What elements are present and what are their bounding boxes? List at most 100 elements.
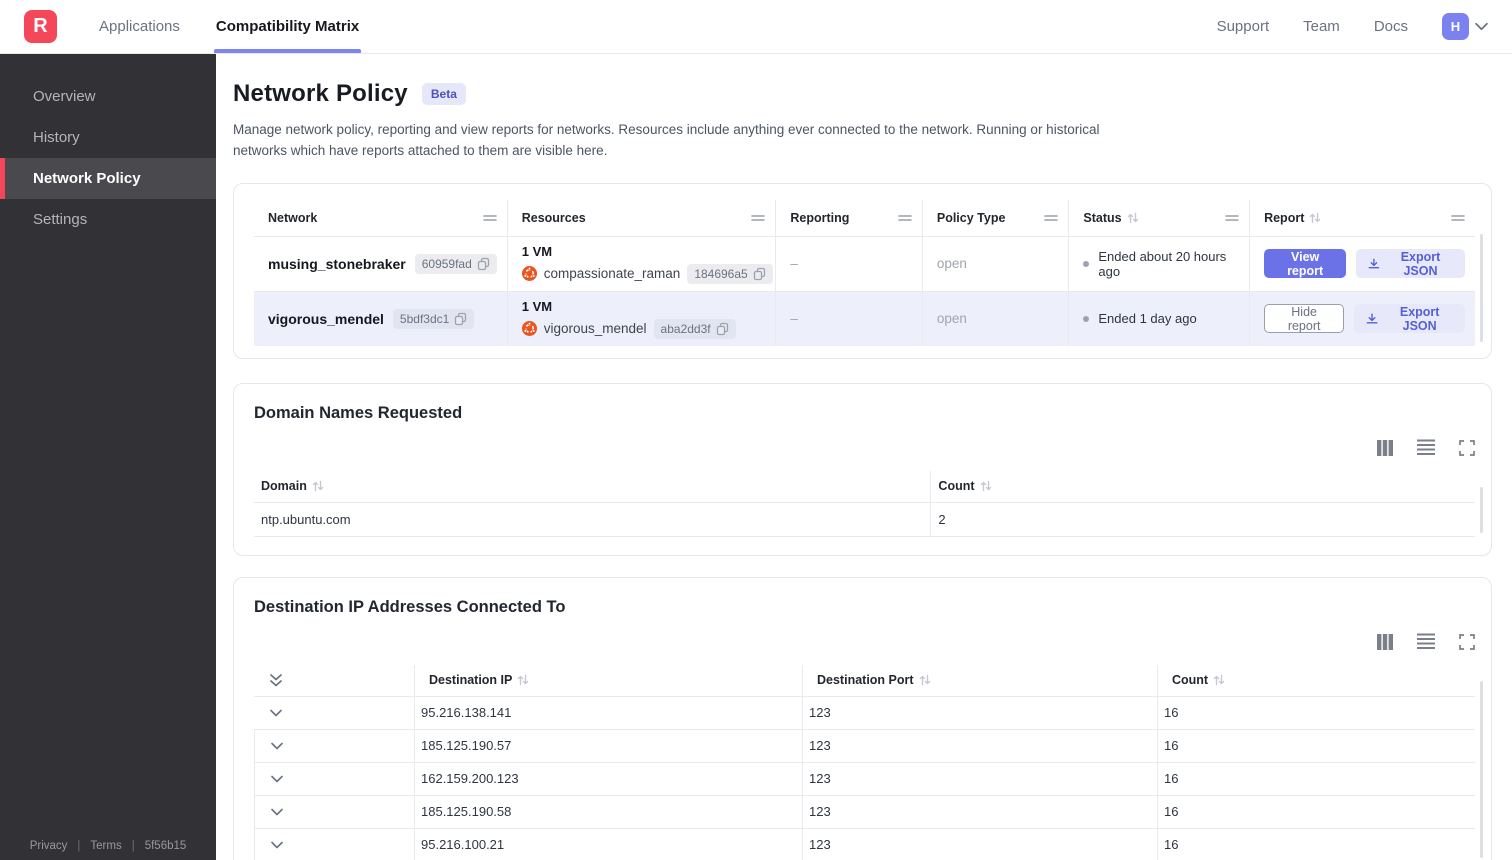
sort-icon[interactable] [1127,212,1139,224]
card-title: Domain Names Requested [254,403,463,422]
user-menu[interactable]: H [1442,13,1488,40]
scrollbar[interactable] [1480,486,1483,533]
column-resize-handle[interactable] [1044,212,1059,224]
chevron-down-icon[interactable] [270,709,282,717]
count-cell: 16 [1157,795,1475,829]
domain-names-card: Domain Names Requested Domain Count ntp.… [233,382,1492,556]
resources-cell: 1 VM vigorous_mendel aba2dd3f [506,290,776,346]
column-resize-handle[interactable] [898,212,912,224]
col-header-report[interactable]: Report [1249,199,1475,236]
ubuntu-icon [521,321,537,337]
column-resize-handle[interactable] [1225,212,1239,224]
tab-compatibility-matrix[interactable]: Compatibility Matrix [213,0,362,53]
beta-badge: Beta [421,83,466,105]
row-density-icon[interactable] [1417,633,1435,651]
col-header-policy-type[interactable]: Policy Type [921,199,1069,236]
row-expander[interactable] [254,762,414,796]
row-expander[interactable] [254,729,414,763]
link-team[interactable]: Team [1303,18,1340,35]
domain-cell: ntp.ubuntu.com [254,503,931,537]
ip-cell: 185.125.190.57 [414,729,802,763]
row-expander[interactable] [254,828,414,860]
network-hash-copy[interactable]: 60959fad [414,253,497,274]
ip-cell: 95.216.100.21 [414,828,802,860]
privacy-link[interactable]: Privacy [30,840,68,852]
count-cell: 2 [930,502,1475,537]
sidebar-footer: Privacy | Terms | 5f56b15 [29,840,187,852]
copy-icon[interactable] [753,267,766,281]
resource-hash-copy[interactable]: aba2dd3f [653,318,736,339]
sidebar-item-overview[interactable]: Overview [0,76,216,117]
row-expander[interactable] [254,795,414,829]
sort-icon[interactable] [312,480,324,492]
network-cell: musing_stonebraker 60959fad [254,235,507,291]
col-header-count[interactable]: Count [1157,664,1475,697]
sort-icon[interactable] [1309,212,1321,224]
column-resize-handle[interactable] [751,212,766,224]
status-dot [1083,260,1090,267]
count-cell: 16 [1157,696,1475,730]
ip-cell: 95.216.138.141 [414,696,802,730]
network-table: Network Resources Reporting Policy Type [254,199,1475,346]
col-header-resources[interactable]: Resources [506,199,776,236]
sort-icon[interactable] [980,480,992,492]
copy-icon[interactable] [454,312,467,326]
hide-report-button[interactable]: Hide report [1264,304,1345,334]
report-cell: View report Export JSON [1249,235,1475,291]
row-expander[interactable] [254,697,414,730]
column-resize-handle[interactable] [482,212,497,224]
scrollbar[interactable] [1480,233,1483,342]
terms-link[interactable]: Terms [90,840,121,852]
ip-cell: 185.125.190.58 [414,795,802,829]
sort-icon[interactable] [919,674,931,686]
double-chevron-down-icon[interactable] [270,673,282,687]
chevron-down-icon[interactable] [271,841,283,849]
sidebar-item-history[interactable]: History [0,117,216,158]
network-cell: vigorous_mendel 5bdf3dc1 [254,290,507,346]
port-cell: 123 [802,762,1157,796]
card-title: Destination IP Addresses Connected To [254,597,566,616]
sidebar-item-network-policy[interactable]: Network Policy [0,158,216,199]
count-cell: 16 [1157,762,1475,796]
copy-icon[interactable] [716,322,729,336]
resource-hash-copy[interactable]: 184696a5 [687,263,773,284]
scrollbar[interactable] [1480,680,1483,858]
sidebar-item-settings[interactable]: Settings [0,199,216,240]
export-json-button[interactable]: Export JSON [1356,249,1465,279]
col-header-destination-ip[interactable]: Destination IP [414,664,802,697]
tab-applications[interactable]: Applications [99,0,180,53]
col-header-count[interactable]: Count [930,470,1475,503]
port-cell: 123 [802,696,1157,730]
sort-icon[interactable] [1213,674,1225,686]
col-header-network[interactable]: Network [254,200,507,236]
link-support[interactable]: Support [1217,18,1270,35]
page-description: Manage network policy, reporting and vie… [233,122,1100,158]
chevron-down-icon[interactable] [271,742,283,750]
view-report-button[interactable]: View report [1264,249,1347,279]
fullscreen-icon[interactable] [1459,633,1475,651]
export-json-button[interactable]: Export JSON [1354,304,1465,334]
sort-icon[interactable] [517,674,529,686]
expand-all-header[interactable] [254,665,414,697]
fullscreen-icon[interactable] [1459,439,1475,457]
columns-icon[interactable] [1377,633,1393,651]
link-docs[interactable]: Docs [1374,18,1408,35]
col-header-status[interactable]: Status [1068,199,1249,236]
topbar-right: Support Team Docs H [1217,13,1488,40]
column-resize-handle[interactable] [1451,212,1465,224]
col-header-domain[interactable]: Domain [254,471,931,503]
table-toolbar [254,633,1475,651]
col-header-reporting[interactable]: Reporting [775,199,922,236]
avatar[interactable]: H [1442,13,1469,40]
copy-icon[interactable] [477,257,490,271]
chevron-down-icon[interactable] [271,808,283,816]
chevron-down-icon[interactable] [271,775,283,783]
col-header-destination-port[interactable]: Destination Port [802,664,1157,697]
app-logo[interactable]: R [24,10,57,43]
top-nav-tabs: Applications Compatibility Matrix [99,0,362,53]
columns-icon[interactable] [1377,439,1393,457]
row-density-icon[interactable] [1417,439,1435,457]
network-hash-copy[interactable]: 5bdf3dc1 [392,308,475,329]
count-cell: 16 [1157,729,1475,763]
port-cell: 123 [802,729,1157,763]
